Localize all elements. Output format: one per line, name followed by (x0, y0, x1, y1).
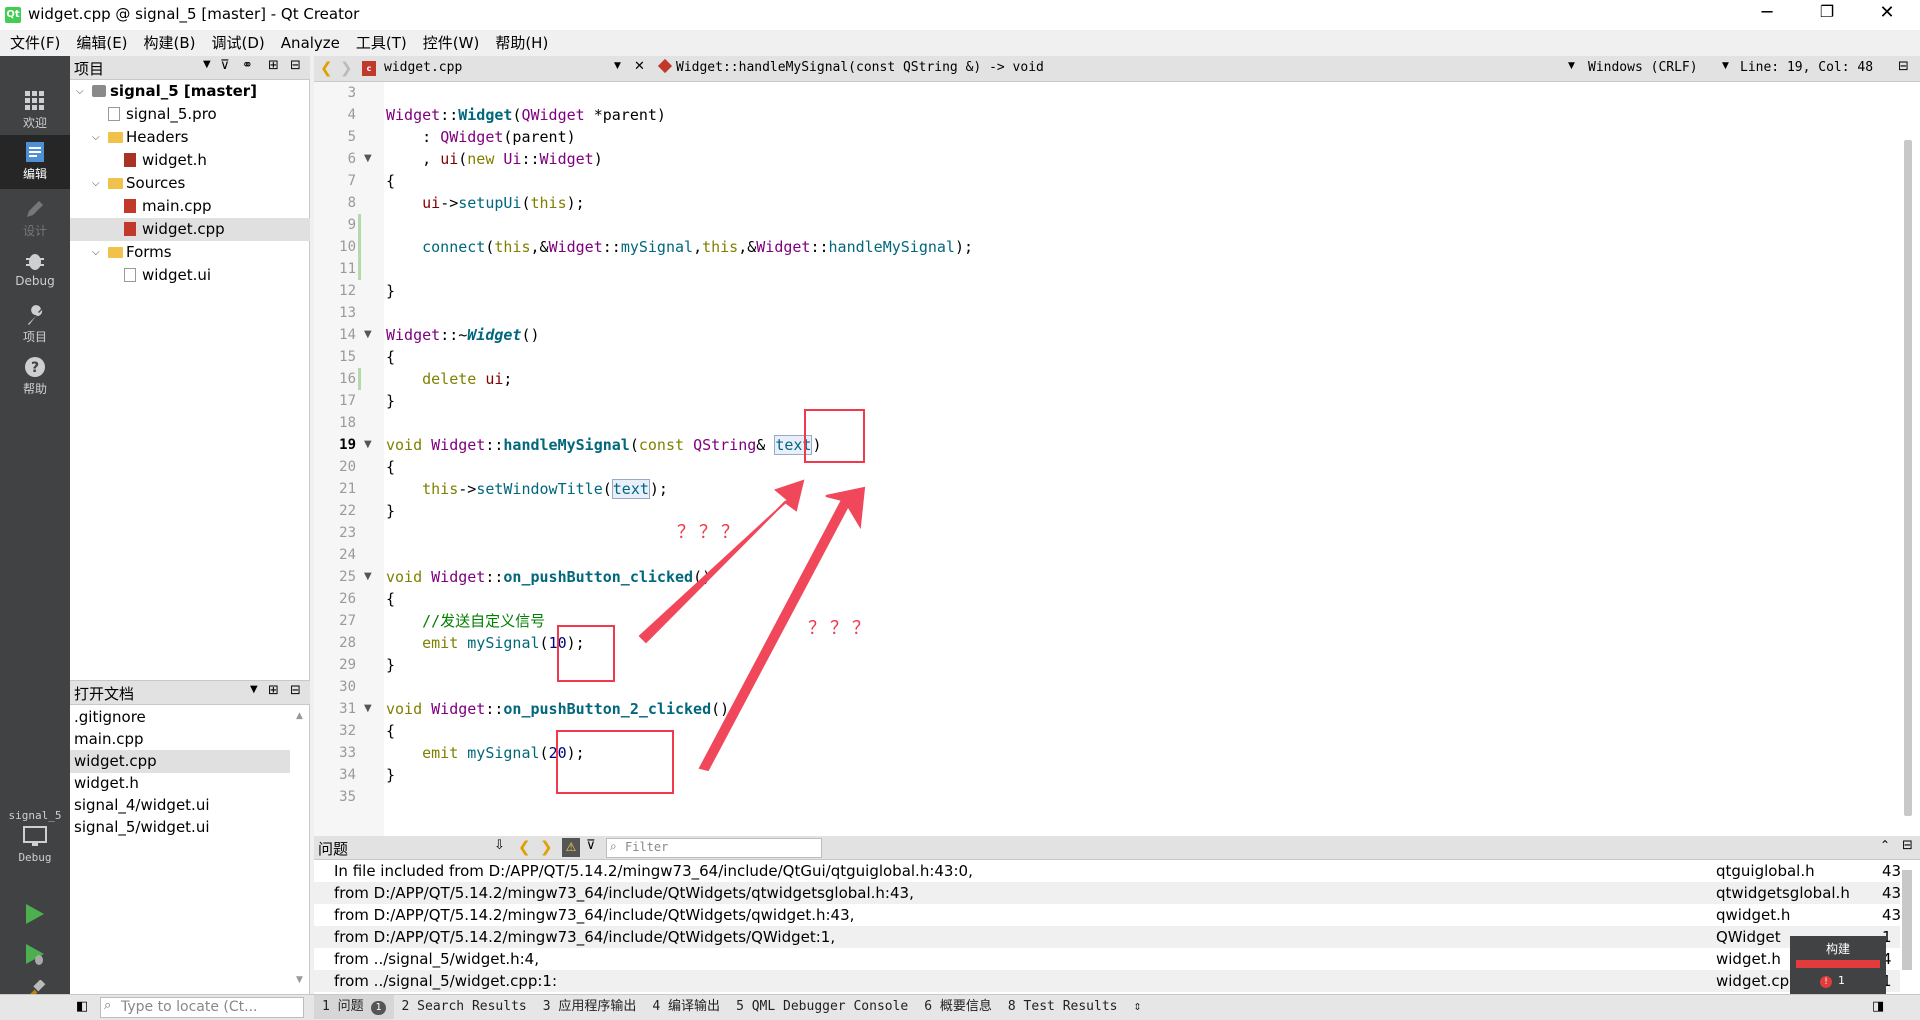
issue-line: 43 (1882, 884, 1902, 902)
issue-text: from ../signal_5/widget.cpp:1: (334, 972, 558, 990)
issue-file: qtguiglobal.h (1716, 862, 1815, 880)
tab-compile-output[interactable]: 4 编译输出 (644, 995, 728, 1019)
search-icon: ⌕ (610, 839, 617, 853)
build-error-count: 1 (1838, 974, 1845, 987)
annotation-question-2: ？？？ (808, 618, 874, 639)
prev-issue-icon[interactable]: ❮ (518, 838, 531, 856)
issue-text: In file included from D:/APP/QT/5.14.2/m… (334, 862, 973, 880)
issue-text: from D:/APP/QT/5.14.2/mingw73_64/include… (334, 884, 914, 902)
issue-text: from D:/APP/QT/5.14.2/mingw73_64/include… (334, 928, 836, 946)
issue-row[interactable]: from ../signal_5/widget.h:4, widget.h 4 (314, 948, 1900, 970)
output-tabs: 1 问题 12 Search Results 3 应用程序输出 4 编译输出 5 QM… (314, 995, 1149, 1019)
locator-input[interactable]: ⌕ Type to locate (Ct... (100, 997, 304, 1018)
issue-row[interactable]: from D:/APP/QT/5.14.2/mingw73_64/include… (314, 904, 1902, 926)
annotation-question-1: ？？？ (677, 522, 743, 543)
tabs-more-icon[interactable]: ⇕ (1125, 995, 1149, 1019)
tab-qml-debugger-console[interactable]: 5 QML Debugger Console (728, 995, 916, 1019)
tab-test-results[interactable]: 8 Test Results (1000, 995, 1126, 1019)
error-icon: ! (1820, 976, 1832, 988)
build-progress-popup[interactable]: 构建 ! 1 (1790, 936, 1886, 996)
issue-text: from D:/APP/QT/5.14.2/mingw73_64/include… (334, 906, 855, 924)
issues-pane-header: 问题 ⇩ ❮ ❯ ⚠ ⊽ ⌕ Filter ⌃ ⊟ (314, 836, 1920, 860)
issue-row[interactable]: from D:/APP/QT/5.14.2/mingw73_64/include… (314, 882, 1902, 904)
issue-file: qwidget.h (1716, 906, 1791, 924)
toggle-sidebar-icon[interactable]: ◧ (76, 999, 88, 1014)
status-bar: ◧ ⌕ Type to locate (Ct... 1 问题 12 Search… (0, 994, 1920, 1020)
build-progress-bar (1796, 960, 1880, 968)
issue-file: QWidget (1716, 928, 1781, 946)
close-pane-icon[interactable]: ⊟ (1902, 838, 1913, 853)
tab-application-output[interactable]: 3 应用程序输出 (535, 995, 645, 1019)
next-issue-icon[interactable]: ❯ (540, 838, 553, 856)
issues-filter-input[interactable]: ⌕ Filter (606, 838, 822, 858)
issues-count-badge: 1 (371, 1001, 386, 1015)
warning-filter-icon[interactable]: ⚠ (562, 838, 580, 857)
issue-row[interactable]: from ../signal_5/widget.cpp:1: widget.cpp… (314, 970, 1900, 992)
locator-placeholder: Type to locate (Ct... (121, 999, 258, 1015)
tab-label: 1 问题 (322, 999, 364, 1014)
issue-file: widget.h (1716, 950, 1781, 968)
build-title: 构建 (1825, 942, 1850, 956)
tab-issues[interactable]: 1 问题 1 (314, 995, 394, 1019)
issue-row[interactable]: from D:/APP/QT/5.14.2/mingw73_64/include… (314, 926, 1900, 948)
search-icon: ⌕ (104, 998, 112, 1013)
clean-icon[interactable]: ⇩ (494, 838, 505, 853)
filter-icon[interactable]: ⊽ (586, 838, 596, 853)
filter-placeholder: Filter (625, 840, 669, 854)
issue-line: 43 (1882, 862, 1902, 880)
tab-search-results[interactable]: 2 Search Results (394, 995, 535, 1019)
issue-file: widget.cpp (1716, 972, 1799, 990)
issue-row[interactable]: In file included from D:/APP/QT/5.14.2/m… (314, 860, 1902, 882)
tab-general-messages[interactable]: 6 概要信息 (916, 995, 1000, 1019)
maximize-pane-icon[interactable]: ⌃ (1880, 838, 1890, 852)
toggle-output-icon[interactable]: ◨ (1872, 999, 1884, 1014)
issue-line: 43 (1882, 906, 1902, 924)
issues-scrollbar[interactable] (1902, 870, 1912, 970)
issues-list: In file included from D:/APP/QT/5.14.2/m… (314, 860, 1920, 994)
issues-title: 问题 (318, 840, 349, 858)
issue-file: qtwidgetsglobal.h (1716, 884, 1850, 902)
issue-text: from ../signal_5/widget.h:4, (334, 950, 539, 968)
